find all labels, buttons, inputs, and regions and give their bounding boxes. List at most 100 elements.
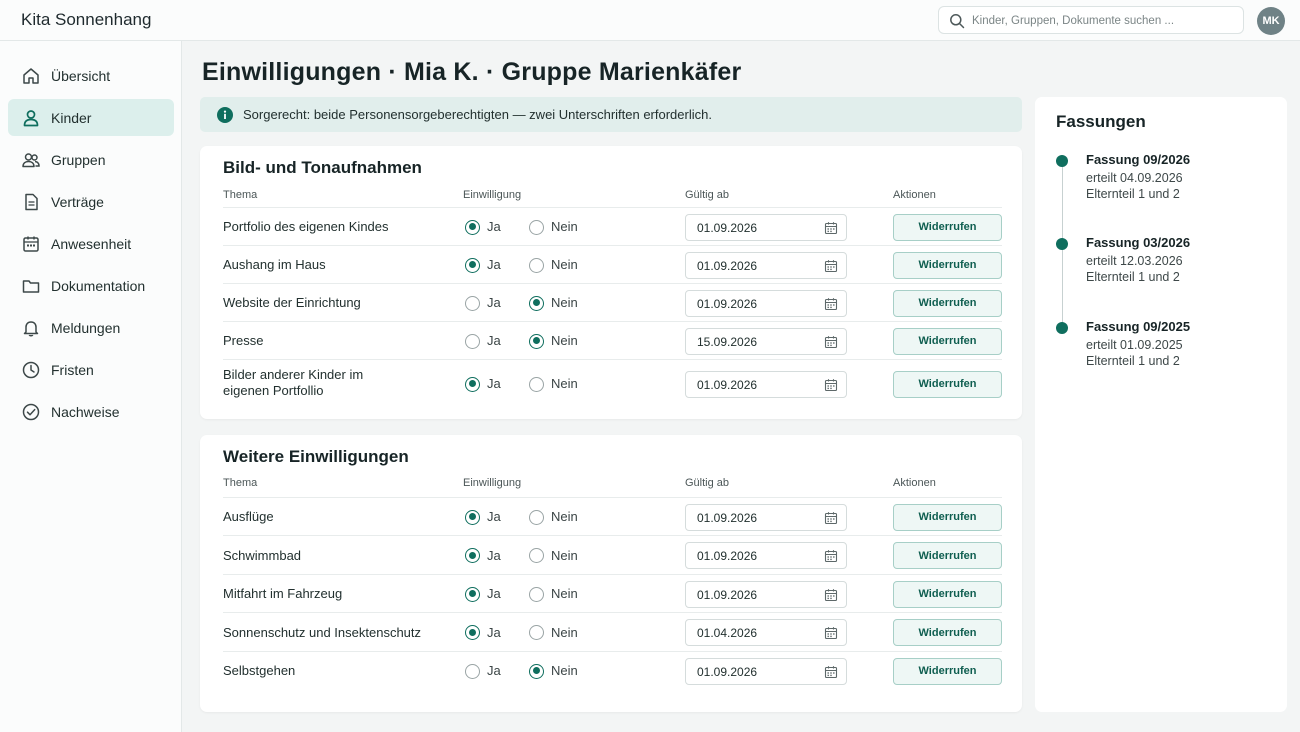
calendar-icon[interactable] [824,259,838,273]
table-row: Portfolio des eigenen Kindes Ja Nein 01.09.… [223,207,1002,245]
revoke-button[interactable]: Widerrufen [893,580,1002,608]
sidebar-item-gruppen[interactable]: Gruppen [8,141,174,178]
calendar-icon[interactable] [824,665,838,679]
page-title: Einwilligungen · Mia K. · Gruppe Marienk… [202,58,742,86]
versions-panel: Fassungen Fassung 09/2026 erteilt 04.09.… [1035,97,1287,712]
calendar-icon[interactable] [824,221,838,235]
consent-yes-radio[interactable] [465,295,480,311]
consent-no-label: Nein [551,509,578,524]
calendar-icon[interactable] [824,335,838,349]
consent-yes-radio[interactable] [465,257,480,273]
calendar-icon[interactable] [824,549,838,563]
consent-yes-radio[interactable] [465,548,480,563]
consent-yes-radio[interactable] [465,509,480,525]
column-header-valid-from: Gültig ab [685,477,730,489]
table-row: Bilder anderer Kinder im eigenen Portfol… [223,359,1002,407]
calendar-icon[interactable] [824,378,838,392]
revoke-button[interactable]: Widerrufen [893,327,1002,355]
consent-no-radio[interactable] [529,295,544,311]
sidebar-item-uebersicht[interactable]: Übersicht [8,57,174,94]
consent-yes-radio[interactable] [465,663,480,679]
valid-from-date-field[interactable]: 01.09.2026 [685,289,847,317]
table-row: Presse Ja Nein 15.09.2026 Widerrufen [223,321,1002,359]
valid-from-date-field[interactable]: 15.09.2026 [685,327,847,355]
revoke-button[interactable]: Widerrufen [893,619,1002,646]
sidebar-item-label: Übersicht [51,67,111,84]
consent-yes-radio[interactable] [465,376,480,392]
consent-no-radio[interactable] [529,509,544,525]
consent-no-radio[interactable] [529,625,544,640]
revoke-button[interactable]: Widerrufen [893,289,1002,317]
info-banner: Sorgerecht: beide Personensorgeberechtig… [200,97,1022,132]
calendar-icon[interactable] [824,588,838,602]
consent-yes-radio[interactable] [465,333,480,349]
calendar-icon[interactable] [824,511,838,525]
sidebar-item-dokumentation[interactable]: Dokumentation [8,267,174,304]
column-header-topic: Thema [223,189,258,201]
date-value: 01.09.2026 [697,549,758,563]
sidebar-item-fristen[interactable]: Fristen [8,351,174,388]
search-input[interactable] [972,11,1234,31]
revoke-button[interactable]: Widerrufen [893,503,1002,531]
valid-from-date-field[interactable]: 01.09.2026 [685,542,847,569]
column-header-actions: Aktionen [893,477,936,489]
date-value: 01.09.2026 [697,510,758,525]
consent-no-label: Nein [551,257,578,272]
consent-no-label: Nein [551,663,578,678]
consent-no-radio[interactable] [529,219,544,235]
valid-from-date-field[interactable]: 01.09.2026 [685,370,847,398]
timeline-dot [1056,238,1068,250]
consent-no-radio[interactable] [529,586,544,602]
check-circle-icon [22,403,40,420]
app-title: Kita Sonnenhang [21,10,152,29]
valid-from-date-field[interactable]: 01.09.2026 [685,657,847,685]
column-header-actions: Aktionen [893,189,936,201]
calendar-icon[interactable] [824,297,838,311]
revoke-button[interactable]: Widerrufen [893,213,1002,241]
section-card-bild-ton: Bild- und Tonaufnahmen Thema Einwilligun… [200,146,1022,419]
sidebar-item-vertraege[interactable]: Verträge [8,183,174,220]
consent-no-radio[interactable] [529,257,544,273]
row-topic: Mitfahrt im Fahrzeug [223,586,343,601]
revoke-button[interactable]: Widerrufen [893,542,1002,569]
consent-yes-label: Ja [487,586,501,601]
consent-no-radio[interactable] [529,376,544,392]
consent-no-label: Nein [551,295,578,310]
valid-from-date-field[interactable]: 01.04.2026 [685,619,847,646]
valid-from-date-field[interactable]: 01.09.2026 [685,580,847,608]
sidebar-item-label: Nachweise [51,403,120,420]
consent-yes-label: Ja [487,257,501,272]
revoke-button[interactable]: Widerrufen [893,370,1002,398]
search-box[interactable] [938,6,1244,34]
sidebar-item-kinder[interactable]: Kinder [8,99,174,136]
consent-no-radio[interactable] [529,663,544,679]
sidebar-item-meldungen[interactable]: Meldungen [8,309,174,346]
sidebar-item-label: Meldungen [51,319,121,336]
info-icon [217,106,233,123]
consent-no-radio[interactable] [529,333,544,349]
consent-yes-label: Ja [487,376,501,391]
valid-from-date-field[interactable]: 01.09.2026 [685,503,847,531]
folder-icon [22,279,40,293]
consent-yes-radio[interactable] [465,586,480,602]
valid-from-date-field[interactable]: 01.09.2026 [685,213,847,241]
consent-yes-label: Ja [487,509,501,524]
timeline-dot [1056,155,1068,167]
consent-no-radio[interactable] [529,548,544,563]
consent-yes-label: Ja [487,663,501,678]
valid-from-date-field[interactable]: 01.09.2026 [685,251,847,279]
row-topic: Schwimmbad [223,547,302,563]
revoke-button[interactable]: Widerrufen [893,251,1002,279]
sidebar-item-nachweise[interactable]: Nachweise [8,393,174,430]
row-topic: Selbstgehen [223,663,296,678]
consent-yes-radio[interactable] [465,625,480,640]
avatar[interactable]: MK [1257,7,1285,35]
top-bar: Kita Sonnenhang MK [0,0,1300,41]
calendar-icon[interactable] [824,626,838,640]
home-icon [23,67,39,84]
consent-no-label: Nein [551,376,578,391]
revoke-button[interactable]: Widerrufen [893,657,1002,685]
consent-yes-radio[interactable] [465,219,480,235]
sidebar-item-label: Gruppen [51,151,106,168]
sidebar-item-anwesenheit[interactable]: Anwesenheit [8,225,174,262]
